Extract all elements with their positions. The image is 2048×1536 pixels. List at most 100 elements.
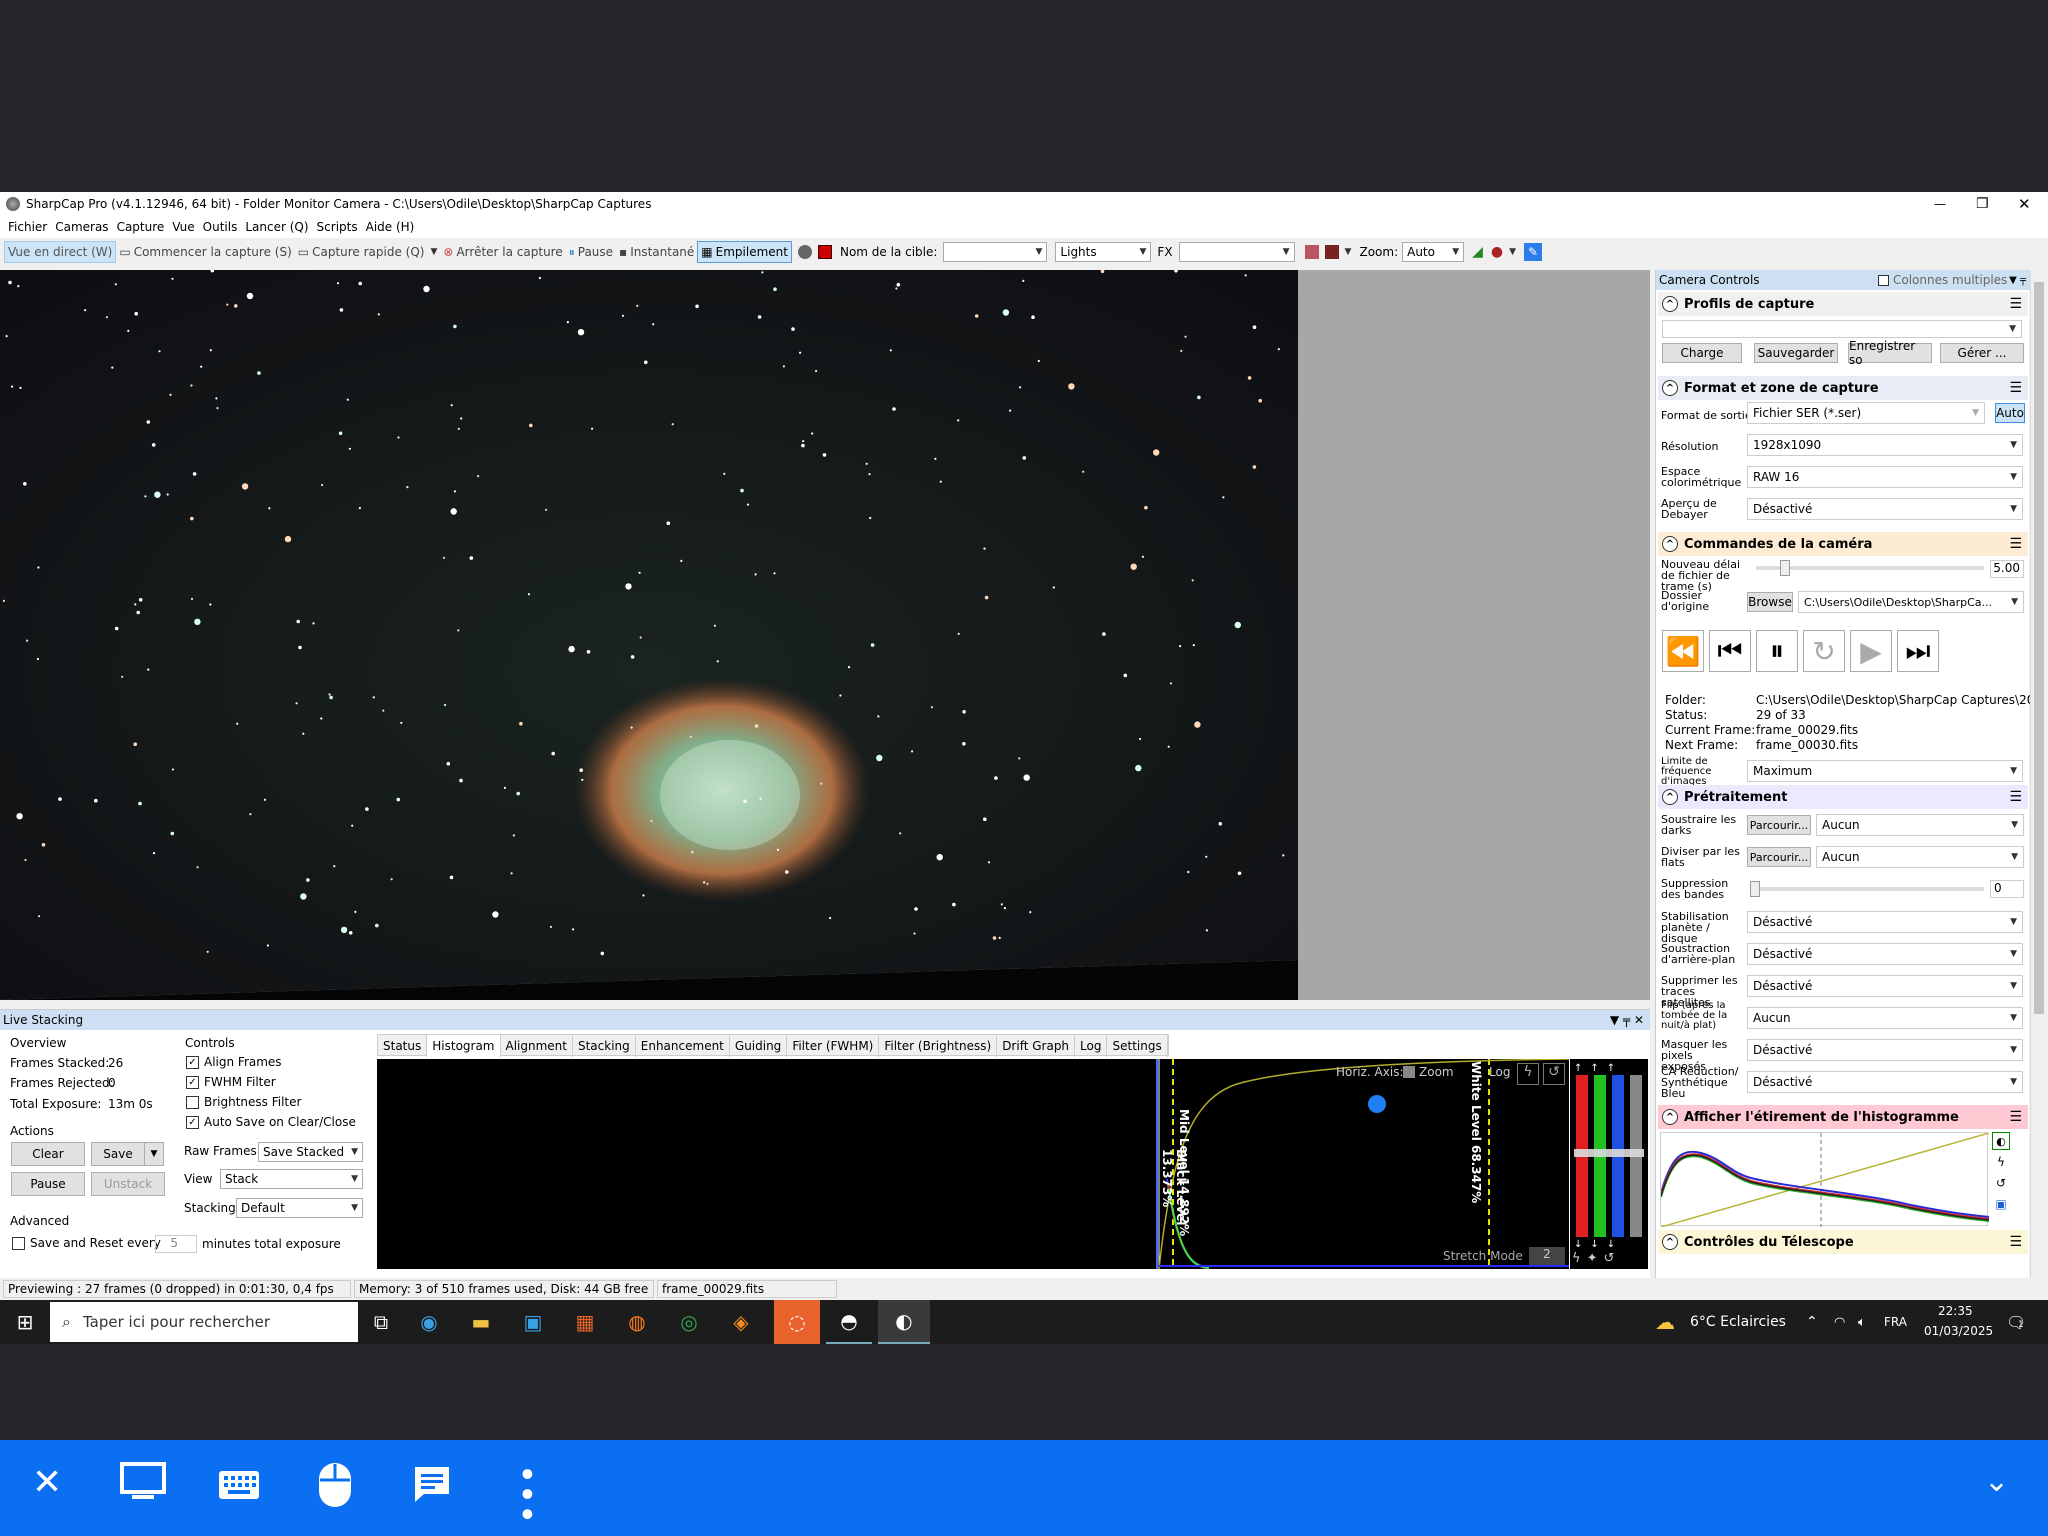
- clock-date[interactable]: 01/03/2025: [1924, 1324, 1993, 1338]
- colorspace-combo[interactable]: RAW 16 ▼: [1747, 466, 2023, 488]
- stacking-button[interactable]: ▦ Empilement: [697, 241, 792, 263]
- stop-capture-button[interactable]: ⊗ Arrêter la capture: [440, 241, 565, 263]
- fx-combo[interactable]: ▼: [1178, 242, 1295, 262]
- tab-settings[interactable]: Settings: [1107, 1035, 1168, 1057]
- section-telescope[interactable]: ^ Contrôles du Télescope ☰: [1658, 1230, 2028, 1254]
- remote-app-icon[interactable]: ◌: [774, 1300, 820, 1344]
- menu-lancer[interactable]: Lancer (Q): [241, 220, 312, 234]
- live-view-button[interactable]: Vue en direct (W): [4, 241, 117, 263]
- start-button[interactable]: ⊞: [0, 1300, 50, 1344]
- menu-cameras[interactable]: Cameras: [51, 220, 112, 234]
- skip-start-button[interactable]: ⏮: [1709, 630, 1751, 672]
- language-indicator[interactable]: FRA: [1884, 1315, 1907, 1329]
- target-name-combo[interactable]: ▼: [943, 242, 1048, 262]
- tab-stacking[interactable]: Stacking: [573, 1035, 636, 1057]
- save-dropdown-button[interactable]: ▼: [144, 1142, 164, 1166]
- output-format-combo[interactable]: Fichier SER (*.ser) ▼: [1747, 402, 1985, 424]
- chevron-down-icon[interactable]: ▼: [1345, 247, 1352, 257]
- browse-button[interactable]: Browse: [1747, 592, 1793, 612]
- more-options-icon[interactable]: •••: [506, 1464, 546, 1524]
- red-tool-icon[interactable]: [817, 245, 832, 259]
- close-icon[interactable]: ✕: [32, 1462, 62, 1503]
- image-viewer[interactable]: [0, 270, 1650, 1000]
- firefox-icon[interactable]: ◍: [624, 1309, 650, 1335]
- maximize-button[interactable]: ❐: [1976, 196, 1989, 212]
- mouse-icon[interactable]: [318, 1462, 352, 1517]
- section-profiles[interactable]: ^ Profils de capture ☰: [1658, 292, 2028, 316]
- minimize-button[interactable]: —: [1934, 197, 1946, 211]
- darks-combo[interactable]: Aucun ▼: [1816, 814, 2024, 836]
- tab-alignment[interactable]: Alignment: [501, 1035, 573, 1057]
- crosshair-icon[interactable]: [1324, 245, 1339, 259]
- menu-icon[interactable]: ☰: [2009, 296, 2022, 312]
- scrollbar-thumb[interactable]: [2034, 282, 2044, 1014]
- raw-frames-combo[interactable]: Save Stacked ▼: [258, 1142, 363, 1162]
- auto-save-checkbox[interactable]: ✓ Auto Save on Clear/Close: [186, 1115, 356, 1129]
- volume-icon[interactable]: 🔈︎: [1858, 1315, 1866, 1330]
- menu-icon[interactable]: ☰: [2009, 1109, 2022, 1125]
- hist-reset-icon[interactable]: ↺: [1543, 1063, 1565, 1085]
- stretch-histogram[interactable]: [1660, 1132, 1990, 1228]
- snapshot-button[interactable]: ▪ Instantané: [616, 241, 697, 263]
- horiz-zoom-checkbox[interactable]: Zoom: [1403, 1065, 1454, 1079]
- menu-aide[interactable]: Aide (H): [362, 220, 419, 234]
- stabilization-combo[interactable]: Désactivé ▼: [1747, 911, 2023, 933]
- hist-lightning-icon[interactable]: ϟ: [1517, 1063, 1539, 1085]
- chevron-up-icon[interactable]: ⌃: [1806, 1314, 1818, 1330]
- manage-profiles-button[interactable]: Gérer ...: [1940, 343, 2024, 363]
- auto-button[interactable]: Auto: [1995, 403, 2025, 423]
- chevron-down-icon[interactable]: ▼: [1509, 247, 1516, 257]
- menu-fichier[interactable]: Fichier: [4, 220, 51, 234]
- astro-app-icon[interactable]: ◓: [826, 1300, 872, 1344]
- frame-delay-slider[interactable]: [1756, 566, 1984, 570]
- save-icon[interactable]: ▣: [1992, 1195, 2010, 1213]
- chat-icon[interactable]: [412, 1464, 452, 1513]
- reset-icon[interactable]: ↺: [1992, 1174, 2010, 1192]
- ca-combo[interactable]: Désactivé ▼: [1747, 1071, 2023, 1093]
- clear-button[interactable]: Clear: [11, 1142, 85, 1166]
- flats-combo[interactable]: Aucun ▼: [1816, 846, 2024, 868]
- store-icon[interactable]: ▣: [520, 1309, 546, 1335]
- menu-outils[interactable]: Outils: [199, 220, 242, 234]
- lightning-icon[interactable]: ϟ: [1992, 1153, 2010, 1171]
- reset-color-icon[interactable]: ϟ✦↺: [1572, 1251, 1620, 1266]
- pause-playback-button[interactable]: ⏸: [1756, 630, 1798, 672]
- rewind-button[interactable]: ⏪: [1662, 630, 1704, 672]
- debayer-combo[interactable]: Désactivé ▼: [1747, 498, 2023, 520]
- stack-save-button[interactable]: Save: [91, 1142, 145, 1166]
- overlay-icon[interactable]: [1304, 245, 1319, 259]
- banding-slider-thumb[interactable]: [1750, 881, 1760, 897]
- save-reset-checkbox[interactable]: Save and Reset every: [12, 1236, 161, 1250]
- tab-histogram[interactable]: Histogram: [427, 1035, 501, 1057]
- source-folder-combo[interactable]: C:\Users\Odile\Desktop\SharpCa... ▼: [1798, 591, 2024, 613]
- hot-pixels-combo[interactable]: Désactivé ▼: [1747, 1039, 2023, 1061]
- chevron-down-icon[interactable]: ⌄: [1984, 1464, 2009, 1499]
- section-preprocessing[interactable]: ^ Prétraitement ☰: [1658, 785, 2028, 809]
- chrome-icon[interactable]: ◎: [676, 1309, 702, 1335]
- magnify-icon[interactable]: ●: [1491, 244, 1503, 260]
- menu-capture[interactable]: Capture: [113, 220, 169, 234]
- chart-icon[interactable]: ◢: [1472, 244, 1483, 260]
- file-explorer-icon[interactable]: ▬: [468, 1309, 494, 1335]
- frame-delay-slider-thumb[interactable]: [1780, 560, 1790, 576]
- stacking-combo[interactable]: Default ▼: [236, 1198, 363, 1218]
- view-combo[interactable]: Stack ▼: [220, 1169, 363, 1189]
- tab-enhancement[interactable]: Enhancement: [636, 1035, 730, 1057]
- menu-scripts[interactable]: Scripts: [313, 220, 362, 234]
- right-scrollbar[interactable]: [2030, 270, 2046, 1280]
- align-frames-checkbox[interactable]: ✓ Align Frames: [186, 1055, 282, 1069]
- pause-button[interactable]: ⏸ Pause: [566, 241, 616, 263]
- histogram-tool-icon[interactable]: [797, 245, 812, 259]
- menu-icon[interactable]: ☰: [2009, 536, 2022, 552]
- sharpcap-taskbar-icon[interactable]: ◐: [878, 1300, 930, 1344]
- menu-icon[interactable]: ☰: [2009, 1234, 2022, 1250]
- play-button[interactable]: ▶: [1850, 630, 1892, 672]
- multi-columns-checkbox[interactable]: Colonnes multiples: [1878, 273, 2007, 287]
- start-capture-button[interactable]: ▭ Commencer la capture (S): [116, 241, 294, 263]
- tab-drift-graph[interactable]: Drift Graph: [997, 1035, 1076, 1057]
- menu-icon[interactable]: ☰: [2009, 789, 2022, 805]
- tab-status[interactable]: Status: [378, 1035, 428, 1057]
- frame-delay-value[interactable]: 5.00: [1990, 560, 2024, 578]
- office-icon[interactable]: ▦: [572, 1309, 598, 1335]
- banding-value[interactable]: 0: [1990, 880, 2024, 898]
